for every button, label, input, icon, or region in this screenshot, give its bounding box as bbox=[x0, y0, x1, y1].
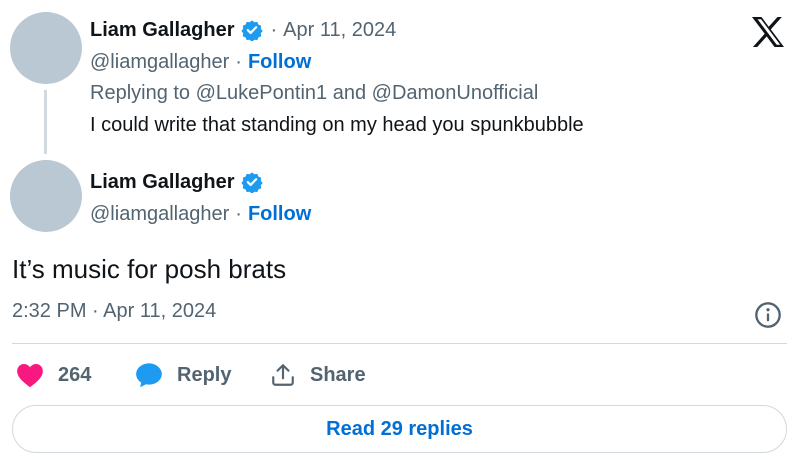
read-replies-button[interactable]: Read 29 replies bbox=[12, 405, 787, 453]
like-count: 264 bbox=[58, 363, 92, 386]
x-logo-icon[interactable] bbox=[751, 16, 785, 48]
separator-dot: · bbox=[235, 202, 242, 225]
author-name[interactable]: Liam Gallagher bbox=[90, 19, 235, 42]
replying-and: and bbox=[332, 81, 367, 104]
main-handle-row: @liamgallagher · Follow bbox=[90, 199, 311, 229]
separator-dot: · bbox=[270, 18, 278, 41]
mention-link[interactable]: @LukePontin1 bbox=[196, 82, 328, 105]
follow-button[interactable]: Follow bbox=[248, 203, 311, 226]
divider bbox=[12, 343, 787, 344]
author-name[interactable]: Liam Gallagher bbox=[90, 171, 235, 194]
tweet-date[interactable]: Apr 11, 2024 bbox=[283, 19, 396, 42]
separator-dot: · bbox=[235, 50, 242, 73]
avatar[interactable] bbox=[10, 12, 82, 84]
follow-button[interactable]: Follow bbox=[248, 51, 311, 74]
share-icon bbox=[272, 364, 294, 386]
heart-icon bbox=[17, 364, 43, 388]
parent-tweet-header: Liam Gallagher · Apr 11, 2024 bbox=[90, 14, 396, 46]
handle[interactable]: @liamgallagher bbox=[90, 51, 229, 74]
avatar[interactable] bbox=[10, 160, 82, 232]
like-button[interactable]: 264 bbox=[16, 360, 91, 390]
share-label: Share bbox=[310, 363, 366, 386]
replying-to-line: Replying to @LukePontin1 and @DamonUnoff… bbox=[90, 78, 538, 108]
share-button[interactable]: Share bbox=[270, 360, 366, 390]
info-icon[interactable] bbox=[754, 301, 782, 329]
replying-prefix: Replying to bbox=[90, 81, 191, 104]
tweet-text: It’s music for posh brats bbox=[12, 254, 287, 284]
handle[interactable]: @liamgallagher bbox=[90, 203, 229, 226]
reply-button[interactable]: Reply bbox=[135, 360, 231, 390]
reply-label: Reply bbox=[177, 363, 232, 386]
parent-handle-row: @liamgallagher · Follow bbox=[90, 47, 311, 77]
verified-badge-icon bbox=[240, 172, 263, 193]
verified-badge-icon bbox=[240, 20, 263, 41]
thread-line bbox=[44, 90, 47, 154]
reply-bubble-icon bbox=[136, 363, 162, 388]
mention-link[interactable]: @DamonUnofficial bbox=[372, 82, 539, 105]
tweet-timestamp[interactable]: 2:32 PM · Apr 11, 2024 bbox=[12, 300, 216, 323]
main-tweet-header: Liam Gallagher bbox=[90, 166, 263, 198]
parent-tweet-text: I could write that standing on my head y… bbox=[90, 114, 584, 136]
